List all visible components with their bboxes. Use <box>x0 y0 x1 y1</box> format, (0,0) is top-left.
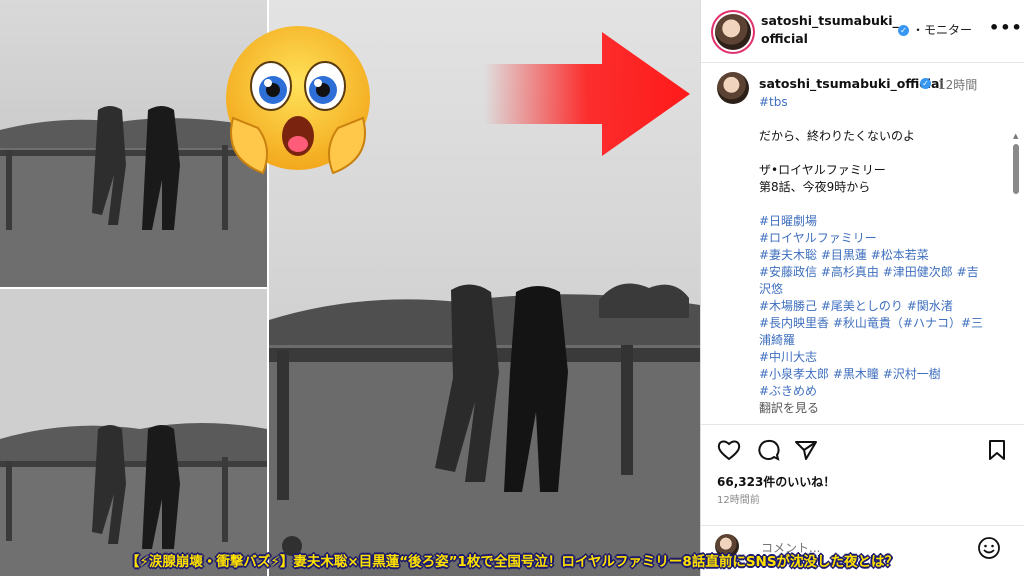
scrollbar[interactable] <box>1013 144 1019 194</box>
avatar[interactable] <box>715 14 751 50</box>
like-count[interactable]: 66,323件のいいね！ <box>717 473 835 490</box>
caption-timestamp[interactable]: 12時間 <box>938 76 977 93</box>
hashtag-link[interactable]: #長内映里香 #秋山竜貴（#ハナコ）#三 <box>759 315 1009 332</box>
hashtag-link[interactable]: 浦綺羅 <box>759 332 1009 349</box>
username-link[interactable]: satoshi_tsumabuki_official <box>761 12 901 48</box>
more-icon[interactable]: ••• <box>989 18 1023 37</box>
thumbnail-photo-bottom <box>0 289 267 576</box>
caption-line: 第8話、今夜9時から <box>759 180 871 194</box>
avatar[interactable] <box>717 72 749 104</box>
comment-icon[interactable] <box>756 439 780 465</box>
heart-icon[interactable] <box>717 439 741 465</box>
headline-banner: 【⚡涙腺崩壊・衝撃バズ⚡】妻夫木聡×目黒蓮“後ろ姿”1枚で全国号泣！ロイヤルファ… <box>125 554 899 570</box>
hashtag-link[interactable]: #小泉孝太郎 #黒木瞳 #沢村一樹 <box>759 366 1009 383</box>
shocked-face-emoji-icon <box>213 18 383 192</box>
post-actions: 66,323件のいいね！ 12時間前 <box>701 424 1024 525</box>
hashtag-link[interactable]: #中川大志 <box>759 349 1009 366</box>
post-timestamp: 12時間前 <box>717 495 760 506</box>
translate-link[interactable]: 翻訳を見る <box>759 400 1009 417</box>
hashtag-link[interactable]: #日曜劇場 <box>759 213 1009 230</box>
hashtag-link[interactable]: #ロイヤルファミリー <box>759 230 1009 247</box>
hashtag-link[interactable]: #ぶきめめ <box>759 383 1009 400</box>
caption-line: ザ•ロイヤルファミリー <box>759 163 886 177</box>
bookmark-icon[interactable] <box>987 439 1007 465</box>
hashtag-link[interactable]: #妻夫木聡 #目黒蓮 #松本若菜 <box>759 247 1009 264</box>
scroll-up-icon[interactable]: ▲ <box>1013 132 1018 140</box>
follow-status-label[interactable]: ・モニター <box>912 21 972 38</box>
post-header: satoshi_tsumabuki_official ✓ ・モニター ••• <box>701 0 1024 63</box>
hashtag-link[interactable]: #tbs <box>759 94 1009 111</box>
hashtag-link[interactable]: #木場勝己 #尾美としのり #関水渚 <box>759 298 1009 315</box>
verified-icon: ✓ <box>898 25 909 36</box>
caption-line: だから、終わりたくないのよ <box>759 129 916 143</box>
instagram-post-panel: satoshi_tsumabuki_official ✓ ・モニター ••• s… <box>700 0 1024 576</box>
caption-text: #tbs だから、終わりたくないのよ ザ•ロイヤルファミリー 第8話、今夜9時か… <box>759 94 1009 417</box>
hashtag-link[interactable]: #安藤政信 #高杉真由 #津田健次郎 #吉 <box>759 264 1009 281</box>
caption-username[interactable]: satoshi_tsumabuki_official <box>759 76 944 91</box>
hashtag-link[interactable]: 沢悠 <box>759 281 1009 298</box>
verified-icon: ✓ <box>920 78 931 89</box>
caption-area: satoshi_tsumabuki_official ✓ 12時間 #tbs だ… <box>701 62 1024 424</box>
arrow-icon <box>484 32 694 161</box>
share-icon[interactable] <box>794 439 818 465</box>
